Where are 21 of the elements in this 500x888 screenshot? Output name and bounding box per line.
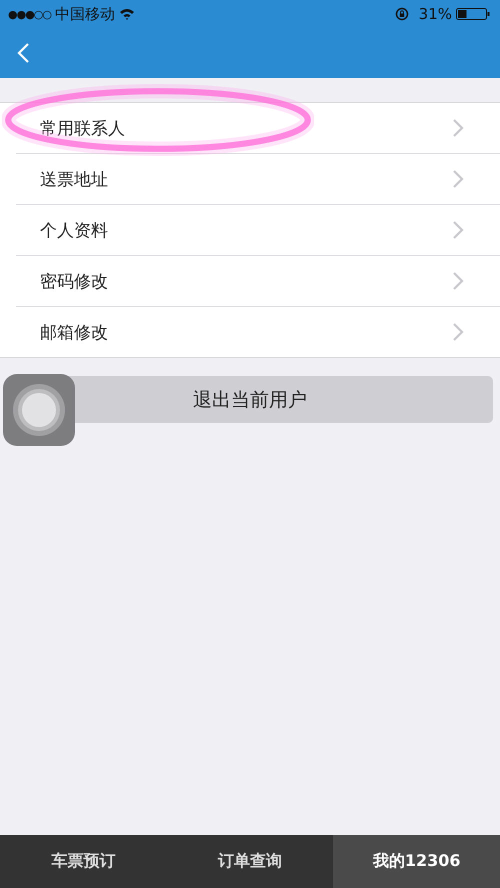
- wifi-icon: [119, 8, 135, 20]
- battery-icon: [456, 7, 490, 21]
- tab[interactable]: 车票预订: [0, 835, 167, 888]
- tab[interactable]: 我的12306: [333, 835, 500, 888]
- chevron-icon: [452, 271, 464, 291]
- chevron-icon: [452, 322, 464, 342]
- chevron-icon: [452, 169, 464, 189]
- chevron-icon: [452, 118, 464, 138]
- menu-item[interactable]: 密码修改: [16, 256, 500, 307]
- menu-item[interactable]: 邮箱修改: [16, 307, 500, 357]
- menu-item[interactable]: 个人资料: [16, 205, 500, 256]
- tab[interactable]: 订单查询: [166, 835, 334, 888]
- back-icon[interactable]: [16, 42, 30, 64]
- menu-item[interactable]: 送票地址: [16, 154, 500, 205]
- menu-item[interactable]: 常用联系人: [16, 103, 500, 154]
- rotation-lock-icon: [394, 7, 409, 21]
- carrier-name: 中国移动: [55, 4, 115, 24]
- chevron-icon: [452, 220, 464, 240]
- battery-percent: 31%: [418, 5, 452, 23]
- assistive-touch-overlay[interactable]: [3, 374, 75, 446]
- signal-dots: ●●●○○: [8, 8, 51, 20]
